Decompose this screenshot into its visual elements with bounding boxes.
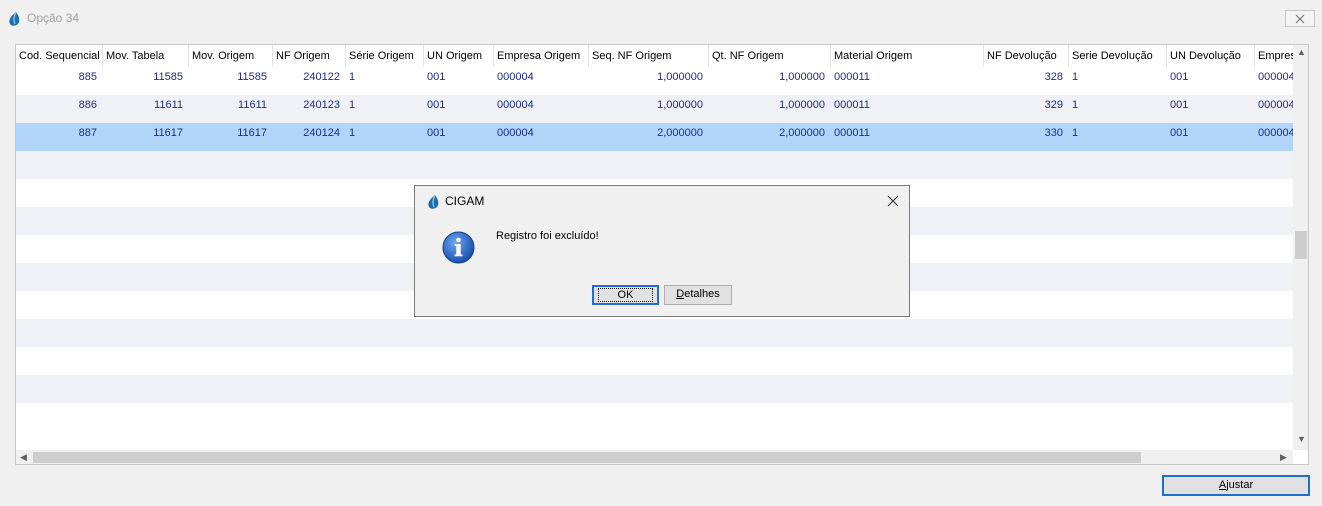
ok-button[interactable]: OK [592, 285, 659, 305]
table-cell: 000011 [834, 99, 870, 111]
table-cell: 000004 [497, 71, 534, 83]
column-header[interactable]: UN Origem [424, 45, 494, 67]
column-header[interactable]: NF Devolução [984, 45, 1069, 67]
dialog-close-icon[interactable] [887, 195, 899, 207]
table-row[interactable]: 887 11617 11617 240124 1 001 000004 2,000000 2,0… [16, 123, 1295, 151]
table-cell: 000004 [497, 99, 534, 111]
table-row[interactable] [16, 403, 1293, 431]
title-bar: Opção 34 [0, 0, 1322, 37]
table-cell: 887 [78, 127, 97, 139]
table-cell: 000004 [497, 127, 534, 139]
details-label: etalhes [684, 288, 720, 300]
table-row[interactable] [16, 151, 1293, 179]
table-cell: 1 [1072, 127, 1079, 139]
table-cell: 886 [78, 99, 97, 111]
column-header[interactable]: Serie Devolução [1069, 45, 1167, 67]
table-row[interactable] [16, 375, 1293, 403]
table-cell: 1 [1072, 71, 1079, 83]
table-row[interactable]: 886 11611 11611 240123 1 001 000004 1,000000 1,0… [16, 95, 1295, 123]
table-cell: 001 [1170, 127, 1189, 139]
table-cell: 330 [1044, 127, 1063, 139]
cigam-logo-icon [428, 194, 439, 209]
vertical-scroll-thumb[interactable] [1295, 231, 1307, 259]
table-cell: 001 [1170, 71, 1189, 83]
table-cell: 1,000000 [657, 71, 703, 83]
table-cell: 240123 [303, 99, 340, 111]
table-cell: 1 [349, 127, 356, 139]
scroll-left-icon[interactable]: ◀ [20, 452, 27, 463]
column-header[interactable]: Material Origem [831, 45, 984, 67]
table-cell: 11585 [237, 71, 267, 83]
column-header[interactable]: NF Origem [273, 45, 346, 67]
column-header[interactable]: UN Devolução [1167, 45, 1255, 67]
table-cell: 1 [349, 99, 356, 111]
column-header[interactable]: Empresa Origem [494, 45, 589, 67]
table-cell: 1,000000 [779, 99, 825, 111]
table-row[interactable] [16, 347, 1293, 375]
table-cell: 2,000000 [779, 127, 825, 139]
column-header[interactable]: Qt. NF Origem [709, 45, 831, 67]
window-close-button[interactable] [1285, 10, 1315, 27]
column-header[interactable]: Mov. Origem [189, 45, 273, 67]
table-cell: 240124 [303, 127, 340, 139]
table-row[interactable]: 885 11585 11585 240122 1 001 000004 1,000000 1,0… [16, 67, 1295, 95]
window-title: Opção 34 [27, 11, 80, 25]
table-cell: 240122 [303, 71, 340, 83]
grid-header: Cod. Sequencial Mov. Tabela Mov. Origem NF … [16, 45, 1305, 67]
column-header[interactable]: Cod. Sequencial [16, 45, 103, 67]
column-header[interactable]: Seq. NF Origem [589, 45, 709, 67]
table-cell: 000011 [834, 127, 870, 139]
table-cell: 001 [427, 127, 446, 139]
table-cell: 001 [1170, 99, 1189, 111]
dialog-title: CIGAM [445, 194, 485, 208]
column-header[interactable]: Série Origem [346, 45, 424, 67]
column-header[interactable]: Mov. Tabela [103, 45, 189, 67]
table-cell: 2,000000 [657, 127, 703, 139]
message-dialog: CIGAM Registro foi excluído! OK Detalhes [414, 185, 910, 317]
cigam-logo-icon [9, 11, 20, 26]
table-row[interactable] [16, 319, 1293, 347]
scroll-up-icon[interactable]: ▲ [1297, 47, 1306, 57]
table-cell: 11617 [153, 127, 183, 139]
table-cell: 1,000000 [657, 99, 703, 111]
table-cell: 000011 [834, 71, 870, 83]
ajustar-button[interactable]: Ajustar [1162, 475, 1310, 496]
table-cell: 328 [1044, 71, 1063, 83]
ajustar-label: justar [1226, 479, 1254, 491]
table-cell: 1,000000 [779, 71, 825, 83]
table-cell: 1 [349, 71, 356, 83]
table-cell: 11585 [153, 71, 183, 83]
table-cell: 11611 [154, 99, 183, 111]
vertical-scrollbar[interactable]: ▲ ▼ [1293, 45, 1308, 450]
close-icon [1295, 14, 1305, 24]
table-cell: 001 [427, 99, 446, 111]
scroll-right-icon[interactable]: ▶ [1280, 452, 1287, 463]
scroll-down-icon[interactable]: ▼ [1297, 434, 1306, 444]
information-icon [442, 231, 475, 264]
dialog-message: Registro foi excluído! [496, 230, 599, 242]
horizontal-scrollbar[interactable]: ◀ ▶ [16, 450, 1293, 464]
ok-label: OK [597, 288, 654, 302]
table-cell: 885 [78, 71, 97, 83]
table-cell: 11611 [238, 99, 267, 111]
table-cell: 11617 [237, 127, 267, 139]
horizontal-scroll-thumb[interactable] [33, 452, 1141, 463]
table-cell: 1 [1072, 99, 1079, 111]
table-cell: 329 [1044, 99, 1063, 111]
details-button[interactable]: Detalhes [664, 285, 732, 305]
table-cell: 001 [427, 71, 446, 83]
